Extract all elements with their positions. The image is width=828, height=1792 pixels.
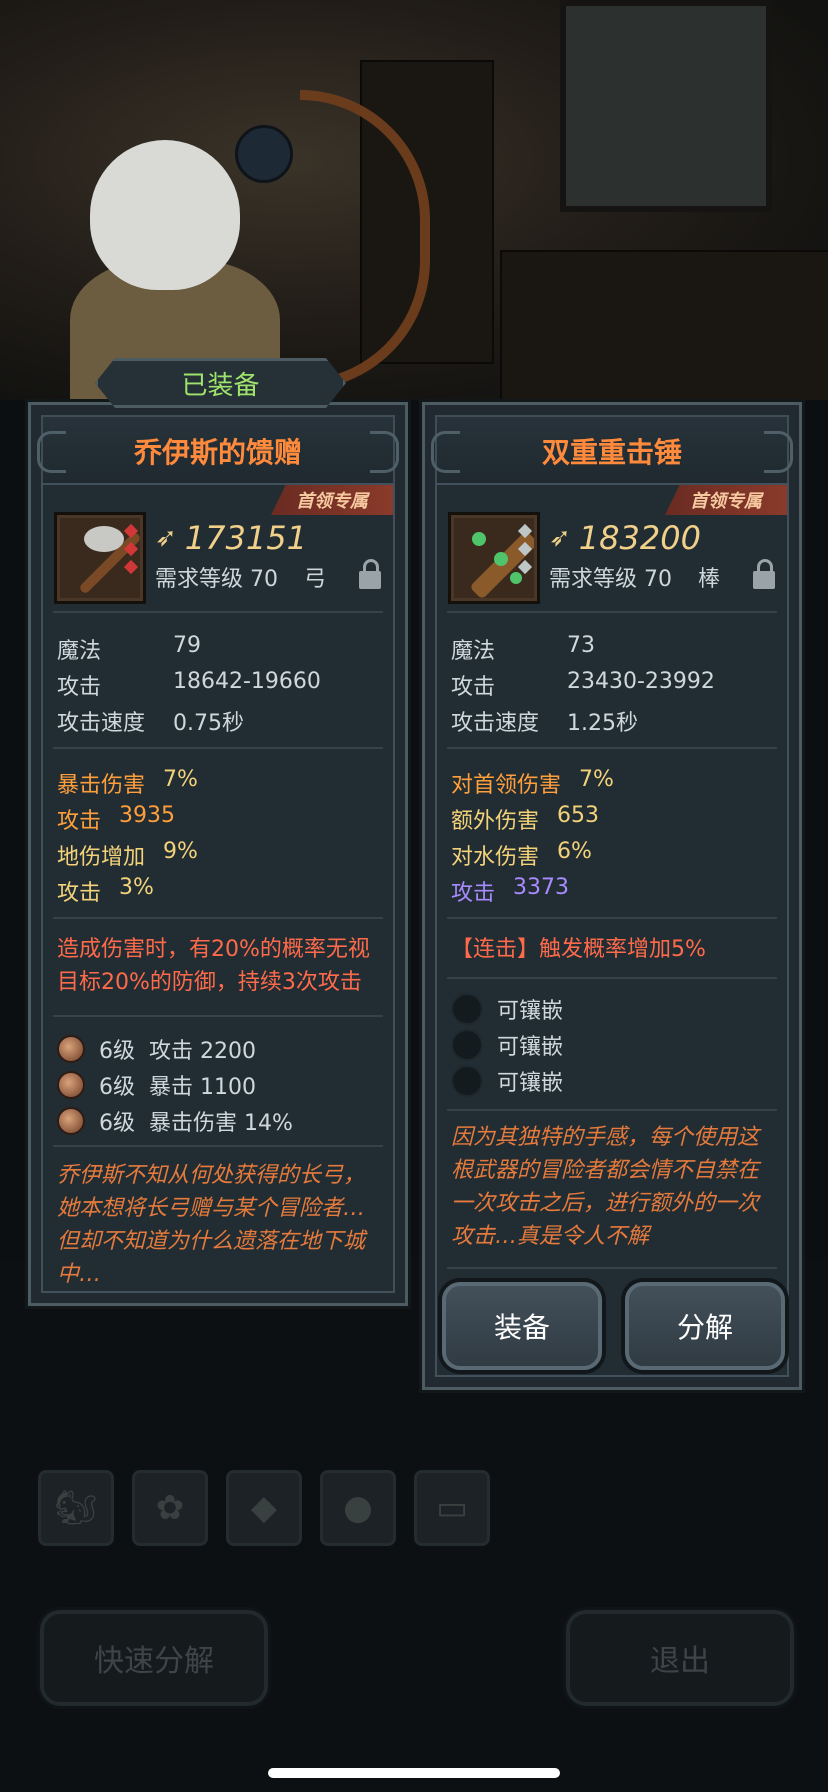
special-effect-text: 【连击】触发概率增加5%	[451, 937, 706, 962]
coin-icon: ➶	[549, 523, 571, 553]
empty-socket-icon	[451, 1029, 483, 1061]
gem-row: 6级 暴击伤害 14%	[57, 1105, 293, 1137]
equip-button[interactable]: 装备	[442, 1282, 602, 1370]
dismantle-button[interactable]: 分解	[625, 1282, 785, 1370]
coin-icon: ➶	[155, 523, 177, 553]
empty-socket-icon	[451, 993, 483, 1025]
home-indicator[interactable]	[268, 1768, 560, 1778]
compare-item-panel: 双重重击锤 首领专属 ➶ 183200 需求等级 70 棒 魔法 73 攻击 234…	[422, 402, 802, 1390]
flavor-text: 因为其独特的手感，每个使用这根武器的冒险者都会情不自禁在一次攻击之后，进行额外的…	[451, 1125, 760, 1249]
quick-dismantle-button[interactable]: 快速分解	[37, 1607, 271, 1709]
bonus-stat-row: 额外伤害 653	[451, 803, 600, 834]
stat-row: 攻击速度 1.25秒	[451, 711, 638, 736]
left-item-title: 乔伊斯的馈赠	[37, 415, 399, 487]
empty-socket-row: 可镶嵌	[451, 1029, 563, 1061]
bonus-stat-row: 暴击伤害 7%	[57, 767, 198, 798]
bonus-stat-row: 对首领伤害 7%	[451, 767, 614, 798]
empty-socket-row: 可镶嵌	[451, 1065, 563, 1097]
empty-socket-row: 可镶嵌	[451, 993, 563, 1025]
lock-icon[interactable]	[359, 559, 381, 589]
boss-exclusive-badge: 首领专属	[271, 485, 393, 515]
bow-item-icon	[57, 515, 143, 601]
price: ➶ 183200	[549, 519, 701, 557]
chest-icon[interactable]: ▭	[414, 1470, 490, 1546]
background-scene	[0, 0, 828, 400]
flavor-text: 乔伊斯不知从何处获得的长弓，她本想将长弓赠与某个冒险者…但却不知道为什么遗落在地…	[57, 1163, 366, 1287]
gem-row: 6级 攻击 2200	[57, 1033, 256, 1065]
ore-icon[interactable]: ●	[320, 1470, 396, 1546]
empty-socket-icon	[451, 1065, 483, 1097]
bonus-stat-row: 攻击 3%	[57, 875, 154, 906]
gem-row: 6级 暴击 1100	[57, 1069, 256, 1101]
special-effect-text: 造成伤害时，有20%的概率无视目标20%的防御，持续3次攻击	[57, 937, 370, 995]
gem-icon	[57, 1071, 85, 1099]
diamond-icon[interactable]: ◆	[226, 1470, 302, 1546]
equipped-tag: 已装备	[95, 358, 346, 408]
requirement: 需求等级 70 棒	[549, 567, 721, 592]
equipped-item-panel: 乔伊斯的馈赠 首领专属 ➶ 173151 需求等级 70 弓 魔法 79 攻击 18…	[28, 402, 408, 1306]
gem-icon	[57, 1107, 85, 1135]
bonus-stat-row: 地伤增加 9%	[57, 839, 198, 870]
exit-button[interactable]: 退出	[563, 1607, 797, 1709]
requirement: 需求等级 70 弓	[155, 567, 327, 592]
stat-row: 攻击速度 0.75秒	[57, 711, 244, 736]
stat-row: 攻击 18642-19660	[57, 669, 321, 700]
paw-icon[interactable]: ✿	[132, 1470, 208, 1546]
squirrel-icon[interactable]: 🐿	[38, 1470, 114, 1546]
bonus-stat-row: 对水伤害 6%	[451, 839, 592, 870]
hammer-item-icon	[451, 515, 537, 601]
lock-icon[interactable]	[753, 559, 775, 589]
character-portrait	[90, 140, 240, 290]
stat-row: 魔法 79	[57, 633, 201, 664]
stat-row: 魔法 73	[451, 633, 595, 664]
boss-exclusive-badge: 首领专属	[665, 485, 787, 515]
bonus-stat-row: 攻击 3373	[451, 875, 570, 906]
globe-decoration	[235, 125, 293, 183]
price: ➶ 173151	[155, 519, 307, 557]
right-item-title: 双重重击锤	[431, 415, 793, 487]
gem-icon	[57, 1035, 85, 1063]
bonus-stat-row: 攻击 3935	[57, 803, 176, 834]
stat-row: 攻击 23430-23992	[451, 669, 715, 700]
